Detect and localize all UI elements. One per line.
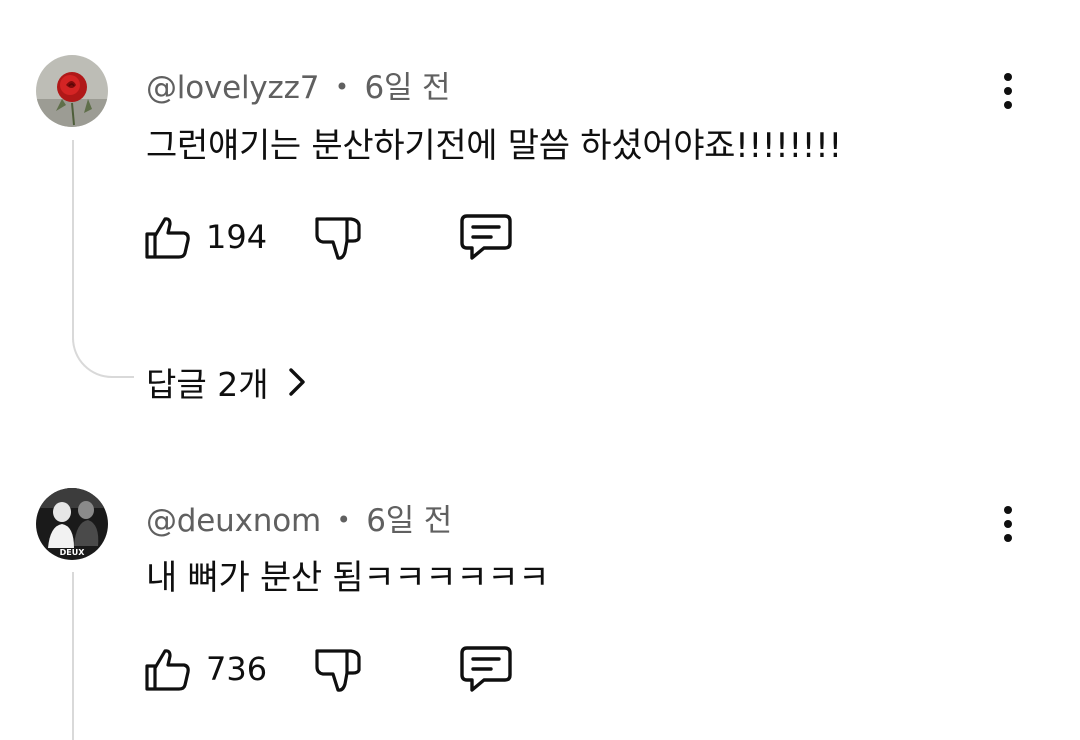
comment-text: 내 뼈가 분산 됨ㅋㅋㅋㅋㅋㅋ	[146, 558, 550, 598]
view-replies-button[interactable]: 답글 2개	[146, 358, 313, 406]
meta-separator: •	[336, 506, 351, 534]
reply-button[interactable]	[460, 213, 512, 263]
author-name[interactable]: @deuxnom	[146, 503, 321, 539]
thread-line	[72, 572, 74, 740]
author-name[interactable]: @lovelyzz7	[146, 70, 319, 106]
chevron-right-icon	[288, 368, 305, 396]
thread-line	[72, 140, 74, 340]
avatar-label: DEUX	[60, 548, 86, 557]
like-count: 736	[206, 650, 268, 688]
comment-icon	[460, 646, 512, 692]
deux-avatar-icon: DEUX	[36, 488, 108, 560]
comment-icon	[460, 214, 512, 260]
comment-meta: @deuxnom • 6일 전	[146, 495, 452, 540]
dislike-button[interactable]	[315, 646, 363, 694]
comment-time[interactable]: 6일 전	[365, 70, 451, 106]
like-button[interactable]: 736	[144, 645, 267, 693]
dislike-button[interactable]	[315, 214, 363, 262]
thumbs-up-icon	[145, 217, 190, 259]
thumbs-down-icon	[315, 649, 361, 692]
more-vertical-icon[interactable]	[992, 67, 1024, 115]
thread-connector	[72, 338, 134, 378]
comment-text: 그런얘기는 분산하기전에 말씀 하셨어야죠!!!!!!!!	[146, 126, 842, 166]
meta-separator: •	[334, 73, 349, 101]
replies-label: 답글 2개	[146, 365, 269, 404]
comment-meta: @lovelyzz7 • 6일 전	[146, 62, 451, 107]
like-button[interactable]: 194	[144, 213, 267, 261]
comment-time[interactable]: 6일 전	[366, 503, 452, 539]
reply-button[interactable]	[460, 645, 512, 695]
more-vertical-icon[interactable]	[992, 500, 1024, 548]
avatar[interactable]	[36, 55, 108, 127]
rose-avatar-icon	[36, 55, 108, 127]
thumbs-down-icon	[315, 217, 361, 260]
thumbs-up-icon	[145, 649, 190, 691]
like-count: 194	[206, 218, 268, 256]
avatar[interactable]: DEUX	[36, 488, 108, 560]
